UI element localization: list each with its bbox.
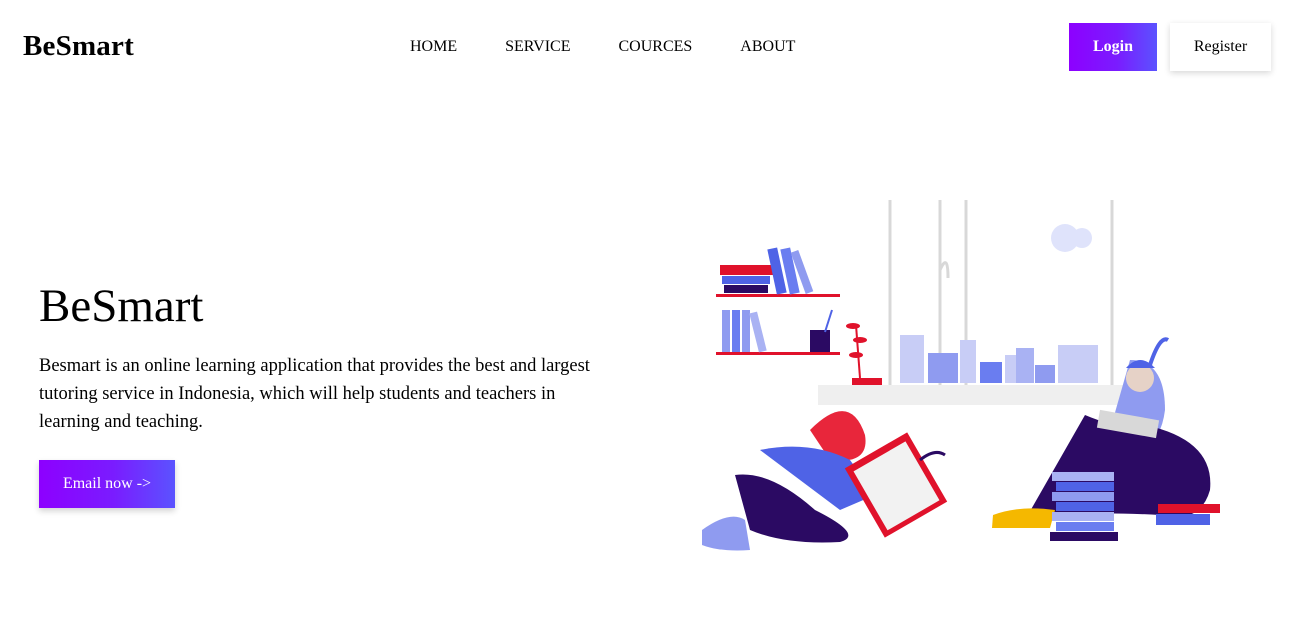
- bookshelf-icon: [716, 247, 840, 355]
- nav-link-service[interactable]: SERVICE: [505, 38, 570, 56]
- navbar: BeSmart HOME SERVICE COURCES ABOUT Login…: [0, 0, 1315, 94]
- nav-link-cources[interactable]: COURCES: [619, 38, 693, 56]
- nav-link-home[interactable]: HOME: [410, 38, 457, 56]
- city-skyline-icon: [900, 224, 1098, 383]
- register-button[interactable]: Register: [1170, 23, 1271, 71]
- login-button[interactable]: Login: [1069, 23, 1157, 71]
- plant-icon: [846, 323, 882, 385]
- hero-description: Besmart is an online learning applicatio…: [39, 356, 590, 432]
- window-sill: [818, 385, 1128, 405]
- girl-student-icon: [702, 411, 948, 551]
- nav-link-about[interactable]: ABOUT: [740, 38, 795, 56]
- hero-title: BeSmart: [39, 280, 204, 332]
- students-studying-illustration: [702, 200, 1220, 551]
- email-now-button[interactable]: Email now ->: [39, 460, 175, 508]
- nav-links: HOME SERVICE COURCES ABOUT: [410, 38, 795, 56]
- brand-logo[interactable]: BeSmart: [23, 30, 134, 63]
